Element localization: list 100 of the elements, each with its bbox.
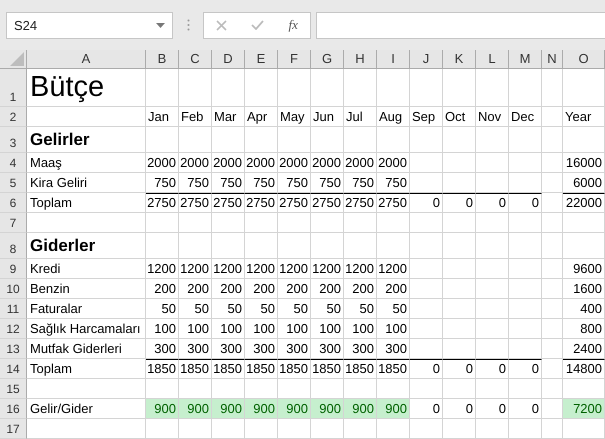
row-header[interactable]: 15 — [0, 379, 27, 399]
row-header[interactable]: 5 — [0, 173, 27, 193]
row-header[interactable]: 6 — [0, 193, 27, 213]
empty-cell — [146, 419, 179, 439]
empty-cell — [476, 419, 509, 439]
table-cell: 1200 — [377, 259, 410, 279]
name-box[interactable]: S24 — [6, 12, 173, 38]
row-header[interactable]: 9 — [0, 259, 27, 279]
column-header[interactable]: G — [311, 50, 344, 69]
empty-cell — [542, 319, 563, 339]
table-cell: 1850 — [278, 359, 311, 379]
table-cell: Toplam — [27, 193, 146, 213]
empty-cell — [509, 379, 542, 399]
row-header[interactable]: 7 — [0, 213, 27, 233]
column-header[interactable]: E — [245, 50, 278, 69]
empty-cell — [179, 213, 212, 233]
table-cell: 16000 — [563, 153, 605, 173]
table-cell: 750 — [344, 173, 377, 193]
empty-cell — [542, 107, 563, 127]
table-cell: 900 — [212, 399, 245, 419]
empty-cell — [476, 153, 509, 173]
column-header[interactable]: B — [146, 50, 179, 69]
row-header[interactable]: 8 — [0, 233, 27, 259]
row-header[interactable]: 11 — [0, 299, 27, 319]
table-cell: 100 — [377, 319, 410, 339]
table-cell: Oct — [443, 107, 476, 127]
column-header[interactable]: N — [542, 50, 563, 69]
empty-cell — [509, 153, 542, 173]
empty-cell — [542, 359, 563, 379]
table-cell: 2750 — [344, 193, 377, 213]
empty-cell — [410, 339, 443, 359]
empty-cell — [476, 233, 509, 259]
column-header[interactable]: H — [344, 50, 377, 69]
empty-cell — [278, 69, 311, 107]
formula-input-field[interactable] — [316, 12, 605, 38]
empty-cell — [443, 213, 476, 233]
column-header[interactable]: M — [509, 50, 542, 69]
empty-cell — [563, 213, 605, 233]
table-cell: 900 — [311, 399, 344, 419]
table-cell: 0 — [476, 399, 509, 419]
sheet-title: Bütçe — [27, 69, 146, 107]
row-header[interactable]: 17 — [0, 419, 27, 439]
table-cell: 2000 — [146, 153, 179, 173]
empty-cell — [245, 127, 278, 153]
table-cell: 1850 — [377, 359, 410, 379]
select-all-icon[interactable] — [10, 52, 24, 66]
table-cell: 1850 — [212, 359, 245, 379]
table-cell: 200 — [179, 279, 212, 299]
column-header[interactable]: L — [476, 50, 509, 69]
empty-cell — [344, 213, 377, 233]
empty-cell — [509, 419, 542, 439]
row-header[interactable]: 3 — [0, 127, 27, 153]
column-header[interactable]: D — [212, 50, 245, 69]
empty-cell — [542, 213, 563, 233]
row-header[interactable]: 10 — [0, 279, 27, 299]
table-cell: 200 — [344, 279, 377, 299]
empty-cell — [410, 233, 443, 259]
empty-cell — [410, 153, 443, 173]
table-cell: 1850 — [344, 359, 377, 379]
table-cell: 50 — [146, 299, 179, 319]
column-header[interactable]: F — [278, 50, 311, 69]
column-header[interactable]: A — [27, 50, 146, 69]
table-cell: Mar — [212, 107, 245, 127]
section-heading: Gelirler — [27, 127, 146, 153]
table-cell: Nov — [476, 107, 509, 127]
table-cell: 1200 — [146, 259, 179, 279]
table-cell: 900 — [377, 399, 410, 419]
empty-cell — [542, 299, 563, 319]
row-header[interactable]: 1 — [0, 69, 27, 107]
row-header[interactable]: 4 — [0, 153, 27, 173]
dropdown-caret-icon[interactable] — [156, 22, 165, 28]
row-header[interactable]: 16 — [0, 399, 27, 419]
column-header[interactable]: J — [410, 50, 443, 69]
table-cell: 300 — [278, 339, 311, 359]
row-header[interactable]: 12 — [0, 319, 27, 339]
empty-cell — [410, 419, 443, 439]
table-cell: 22000 — [563, 193, 605, 213]
empty-cell — [509, 299, 542, 319]
empty-cell — [377, 233, 410, 259]
table-cell: 2750 — [146, 193, 179, 213]
row-header[interactable]: 14 — [0, 359, 27, 379]
column-header[interactable]: I — [377, 50, 410, 69]
column-header[interactable]: K — [443, 50, 476, 69]
empty-cell — [212, 213, 245, 233]
table-cell: 200 — [278, 279, 311, 299]
table-cell: 14800 — [563, 359, 605, 379]
table-cell: 1850 — [179, 359, 212, 379]
empty-cell — [563, 419, 605, 439]
row-header[interactable]: 2 — [0, 107, 27, 127]
empty-cell — [476, 299, 509, 319]
cancel-icon[interactable] — [216, 20, 228, 30]
checkmark-icon[interactable] — [251, 20, 264, 30]
row-header[interactable]: 13 — [0, 339, 27, 359]
column-header[interactable]: O — [563, 50, 605, 69]
column-header[interactable]: C — [179, 50, 212, 69]
table-cell: 0 — [476, 359, 509, 379]
table-cell: 200 — [311, 279, 344, 299]
insert-function-button[interactable]: fx — [288, 17, 298, 33]
empty-cell — [410, 279, 443, 299]
empty-cell — [542, 69, 563, 107]
